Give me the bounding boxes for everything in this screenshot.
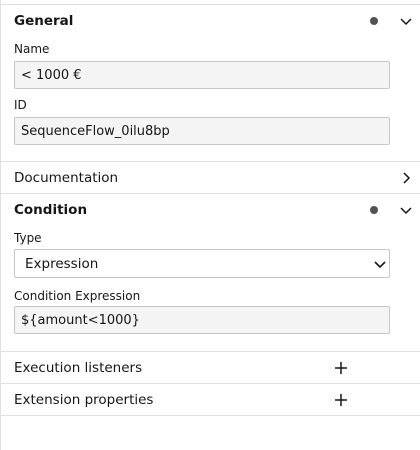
group-general: General Name ID	[1, 5, 420, 162]
chevron-down-icon[interactable]	[398, 202, 414, 218]
group-execution-listeners: Execution listeners	[1, 352, 420, 384]
properties-panel: General Name ID Documentation Condition …	[0, 0, 420, 450]
condition-expression-label: Condition Expression	[14, 289, 141, 303]
group-extension-properties: Extension properties	[1, 384, 420, 416]
group-condition-title: Condition	[14, 202, 88, 218]
group-documentation: Documentation	[1, 162, 420, 194]
group-general-header[interactable]: General	[1, 5, 420, 37]
group-documentation-header[interactable]: Documentation	[1, 162, 420, 194]
name-label: Name	[14, 42, 50, 56]
group-extension-properties-header[interactable]: Extension properties	[1, 384, 420, 416]
status-dot-icon	[370, 206, 378, 214]
id-input[interactable]	[14, 117, 390, 145]
group-extension-properties-title: Extension properties	[14, 392, 154, 408]
group-condition: Condition Type Expression Condition Expr…	[1, 194, 420, 352]
status-dot-icon	[370, 17, 378, 25]
group-execution-listeners-header[interactable]: Execution listeners	[1, 352, 420, 384]
group-condition-header[interactable]: Condition	[1, 194, 420, 226]
type-select[interactable]: Expression	[14, 249, 390, 278]
condition-expression-input[interactable]	[14, 306, 390, 334]
id-label: ID	[14, 98, 27, 112]
group-documentation-title: Documentation	[14, 170, 119, 186]
plus-icon[interactable]	[333, 392, 349, 408]
chevron-right-icon[interactable]	[398, 170, 414, 186]
chevron-down-icon	[374, 261, 386, 269]
name-input[interactable]	[14, 61, 390, 89]
group-general-title: General	[14, 13, 74, 29]
plus-icon[interactable]	[333, 360, 349, 376]
chevron-down-icon[interactable]	[398, 13, 414, 29]
group-execution-listeners-title: Execution listeners	[14, 360, 143, 376]
type-select-value: Expression	[25, 256, 99, 272]
type-label: Type	[14, 231, 42, 245]
